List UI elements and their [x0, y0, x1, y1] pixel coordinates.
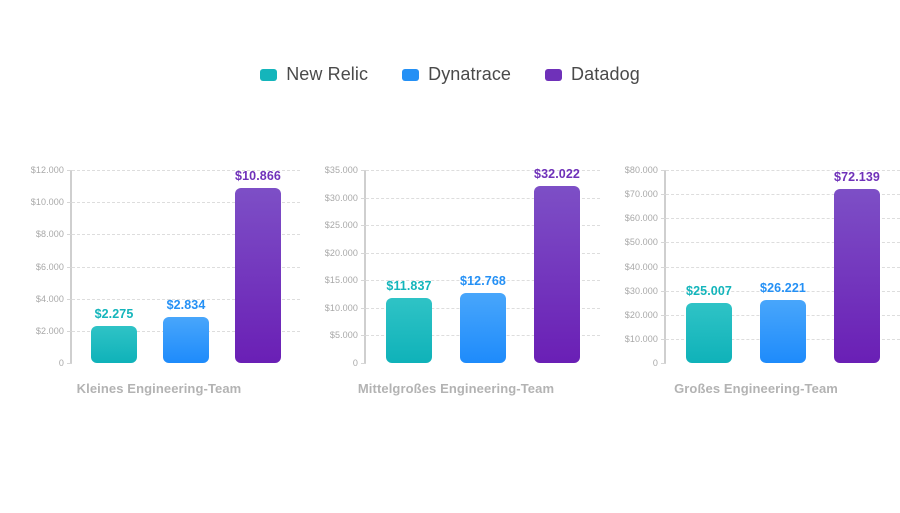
- bar-column: $2.834: [163, 170, 209, 363]
- plot-area: $2.275 $2.834 $10.866: [67, 169, 300, 364]
- y-axis-tick-label: $10.000: [624, 333, 658, 344]
- bar-value-label: $11.837: [386, 278, 432, 293]
- y-axis-tick-label: 0: [652, 358, 658, 368]
- bar[interactable]: [760, 299, 806, 363]
- legend-item-new-relic[interactable]: New Relic: [260, 64, 368, 85]
- plot: 0 $10.000 $20.000 $30.000 $40.000 $50.000 $60.…: [612, 165, 900, 368]
- charts-row: 0 $2.000 $4.000 $6.000 $8.000 $10.000 $12.000 …: [0, 165, 900, 396]
- y-axis-tick-label: $6.000: [35, 261, 64, 272]
- legend-label: New Relic: [286, 64, 369, 84]
- bar-column: $12.768: [460, 170, 506, 363]
- legend-label: Dynatrace: [428, 64, 512, 84]
- bar-column: $2.275: [91, 170, 137, 363]
- y-axis-tick-label: $30.000: [624, 285, 658, 296]
- chart-legend: New Relic Dynatrace Datadog: [0, 64, 900, 85]
- bar-value-label: $2.834: [166, 298, 206, 313]
- bar[interactable]: [460, 292, 506, 363]
- bar-value-label: $10.866: [235, 169, 281, 184]
- chart-title: Mittelgroßes Engineering-Team: [357, 381, 555, 396]
- axis-tick-mark: [661, 363, 666, 364]
- chart-panel-small-team: 0 $2.000 $4.000 $6.000 $8.000 $10.000 $12.000 …: [0, 165, 300, 396]
- bar-column: $72.139: [834, 170, 880, 363]
- legend-swatch-icon: [402, 68, 420, 81]
- legend-item-datadog[interactable]: Datadog: [545, 64, 640, 85]
- y-axis-tick-label: 0: [352, 358, 358, 368]
- y-axis: 0 $5.000 $10.000 $15.000 $20.000 $25.000 $30.0…: [312, 165, 364, 368]
- bar[interactable]: [235, 188, 281, 363]
- bar-value-label: $72.139: [834, 169, 880, 184]
- legend-item-dynatrace[interactable]: Dynatrace: [402, 64, 511, 85]
- plot: 0 $2.000 $4.000 $6.000 $8.000 $10.000 $12.000 …: [18, 165, 300, 368]
- bar-group: $11.837 $12.768 $32.022: [366, 167, 600, 363]
- y-axis: 0 $2.000 $4.000 $6.000 $8.000 $10.000 $12.000: [18, 165, 70, 368]
- bar[interactable]: [534, 186, 580, 363]
- plot: 0 $5.000 $10.000 $15.000 $20.000 $25.000 $30.0…: [312, 165, 600, 368]
- bar-column: $32.022: [534, 167, 580, 363]
- y-axis-tick-label: $70.000: [624, 189, 658, 200]
- legend-swatch-icon: [545, 68, 563, 81]
- y-axis-tick-label: $20.000: [324, 247, 358, 258]
- plot-area: $11.837 $12.768 $32.022: [361, 167, 600, 364]
- y-axis-tick-label: $2.000: [35, 325, 64, 336]
- bar[interactable]: [163, 317, 209, 363]
- bar-value-label: $32.022: [534, 167, 580, 182]
- bar[interactable]: [834, 188, 880, 363]
- y-axis-tick-label: $15.000: [324, 275, 358, 286]
- bar-column: $26.221: [760, 170, 806, 363]
- bar-value-label: $2.275: [94, 307, 134, 322]
- y-axis-tick-label: $10.000: [324, 302, 358, 313]
- y-axis-tick-label: $5.000: [329, 330, 358, 341]
- bar[interactable]: [91, 326, 137, 363]
- bar[interactable]: [686, 302, 732, 363]
- bar-value-label: $12.768: [460, 273, 506, 288]
- y-axis-tick-label: $20.000: [624, 309, 658, 320]
- y-axis-tick-label: $8.000: [35, 229, 64, 240]
- bar[interactable]: [386, 297, 432, 363]
- bar-column: $11.837: [386, 170, 432, 363]
- bar-group: $2.275 $2.834 $10.866: [72, 169, 300, 363]
- bar-column: $10.866: [235, 169, 281, 363]
- bar-value-label: $25.007: [686, 283, 732, 298]
- chart-title: Kleines Engineering-Team: [76, 381, 242, 396]
- chart-panel-medium-team: 0 $5.000 $10.000 $15.000 $20.000 $25.000 $30.0…: [300, 165, 600, 396]
- y-axis-tick-label: $12.000: [30, 165, 64, 175]
- legend-label: Datadog: [571, 64, 640, 84]
- y-axis-tick-label: 0: [58, 358, 64, 368]
- bar-group: $25.007 $26.221 $72.139: [666, 170, 900, 363]
- y-axis-tick-label: $60.000: [624, 213, 658, 224]
- y-axis-tick-label: $30.000: [324, 192, 358, 203]
- bar-value-label: $26.221: [760, 280, 806, 295]
- y-axis-tick-label: $50.000: [624, 237, 658, 248]
- plot-area: $25.007 $26.221 $72.139: [661, 170, 900, 364]
- axis-tick-mark: [67, 363, 72, 364]
- chart-panel-large-team: 0 $10.000 $20.000 $30.000 $40.000 $50.000 $60.…: [600, 165, 900, 396]
- chart-title: Großes Engineering-Team: [674, 381, 838, 396]
- bar-column: $25.007: [686, 170, 732, 363]
- y-axis-tick-label: $10.000: [30, 197, 64, 208]
- y-axis-tick-label: $4.000: [35, 293, 64, 304]
- y-axis-tick-label: $25.000: [324, 220, 358, 231]
- y-axis-tick-label: $35.000: [324, 165, 358, 175]
- y-axis-tick-label: $80.000: [624, 165, 658, 175]
- y-axis-tick-label: $40.000: [624, 261, 658, 272]
- axis-tick-mark: [361, 363, 366, 364]
- legend-swatch-icon: [260, 68, 278, 81]
- y-axis: 0 $10.000 $20.000 $30.000 $40.000 $50.000 $60.…: [612, 165, 664, 368]
